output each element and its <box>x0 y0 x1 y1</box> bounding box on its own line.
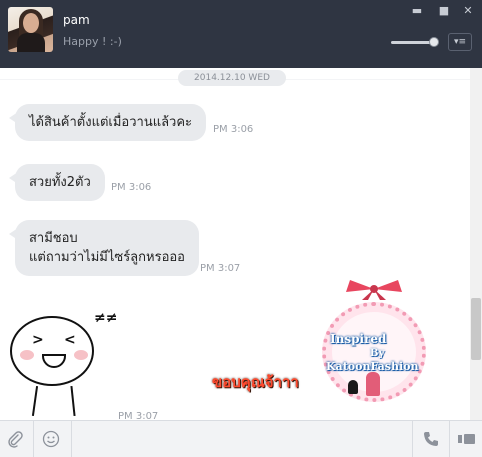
message-time: PM 3:07 <box>118 411 159 420</box>
toolbar-divider <box>449 421 450 457</box>
contact-avatar[interactable] <box>8 7 53 52</box>
video-icon[interactable] <box>457 430 477 450</box>
contact-status-message: Happy ! :-) <box>63 35 122 48</box>
chat-header: pam Happy ! :-) ▬ ■ ✕ ▾≡ <box>0 0 482 68</box>
message-bubble[interactable]: สามีชอบ แต่ถามว่าไม่มีไซร์ลูกหรอออ <box>9 220 199 276</box>
bottom-toolbar <box>0 420 482 457</box>
shop-badge-image[interactable]: Inspired By KatoonFashion <box>318 276 430 404</box>
chat-message-area: 2014.12.10 WED ได้สินค้าตั้งแต่เมื่อวานแ… <box>0 68 470 420</box>
smiley-icon[interactable] <box>41 430 61 450</box>
maximize-button[interactable]: ■ <box>437 4 451 18</box>
transparency-slider-track[interactable] <box>391 41 433 44</box>
chat-scrollbar-thumb[interactable] <box>471 298 481 360</box>
message-time: PM 3:06 <box>213 124 254 135</box>
laughing-face-sticker-icon[interactable]: > < ≠≠ <box>6 306 117 417</box>
badge-text-line2: By <box>370 348 385 359</box>
transparency-slider-thumb[interactable] <box>429 37 439 47</box>
message-text: สามีชอบ <box>29 231 78 246</box>
close-button[interactable]: ✕ <box>461 4 475 18</box>
badge-text-line1: Inspired <box>330 332 387 346</box>
contact-name: pam <box>63 13 90 27</box>
message-text: ได้สินค้าตั้งแต่เมื่อวานแล้วคะ <box>29 115 193 130</box>
paperclip-icon[interactable] <box>5 430 25 450</box>
menu-button[interactable]: ▾≡ <box>448 33 472 51</box>
sticker-marks: ≠≠ <box>94 310 118 326</box>
image-caption-text: ขอบคุณจ้าาา <box>212 373 299 391</box>
minimize-button[interactable]: ▬ <box>410 4 424 18</box>
message-bubble[interactable]: ได้สินค้าตั้งแต่เมื่อวานแล้วคะ <box>8 104 207 141</box>
date-separator: 2014.12.10 WED <box>178 70 286 86</box>
message-bubble[interactable]: สวยทั้ง2ตัว <box>9 164 105 201</box>
toolbar-divider <box>33 421 34 457</box>
cat-icon <box>348 380 358 394</box>
toolbar-divider <box>412 421 413 457</box>
girl-figure-icon <box>366 372 380 396</box>
message-time: PM 3:07 <box>200 263 241 274</box>
message-time: PM 3:06 <box>111 182 152 193</box>
phone-icon[interactable] <box>421 430 441 450</box>
chat-scrollbar[interactable] <box>470 68 482 420</box>
toolbar-divider <box>71 421 72 457</box>
ribbon-bow-icon <box>346 280 402 300</box>
message-text: แต่ถามว่าไม่มีไซร์ลูกหรอออ <box>29 250 185 265</box>
message-text: สวยทั้ง2ตัว <box>29 175 91 190</box>
